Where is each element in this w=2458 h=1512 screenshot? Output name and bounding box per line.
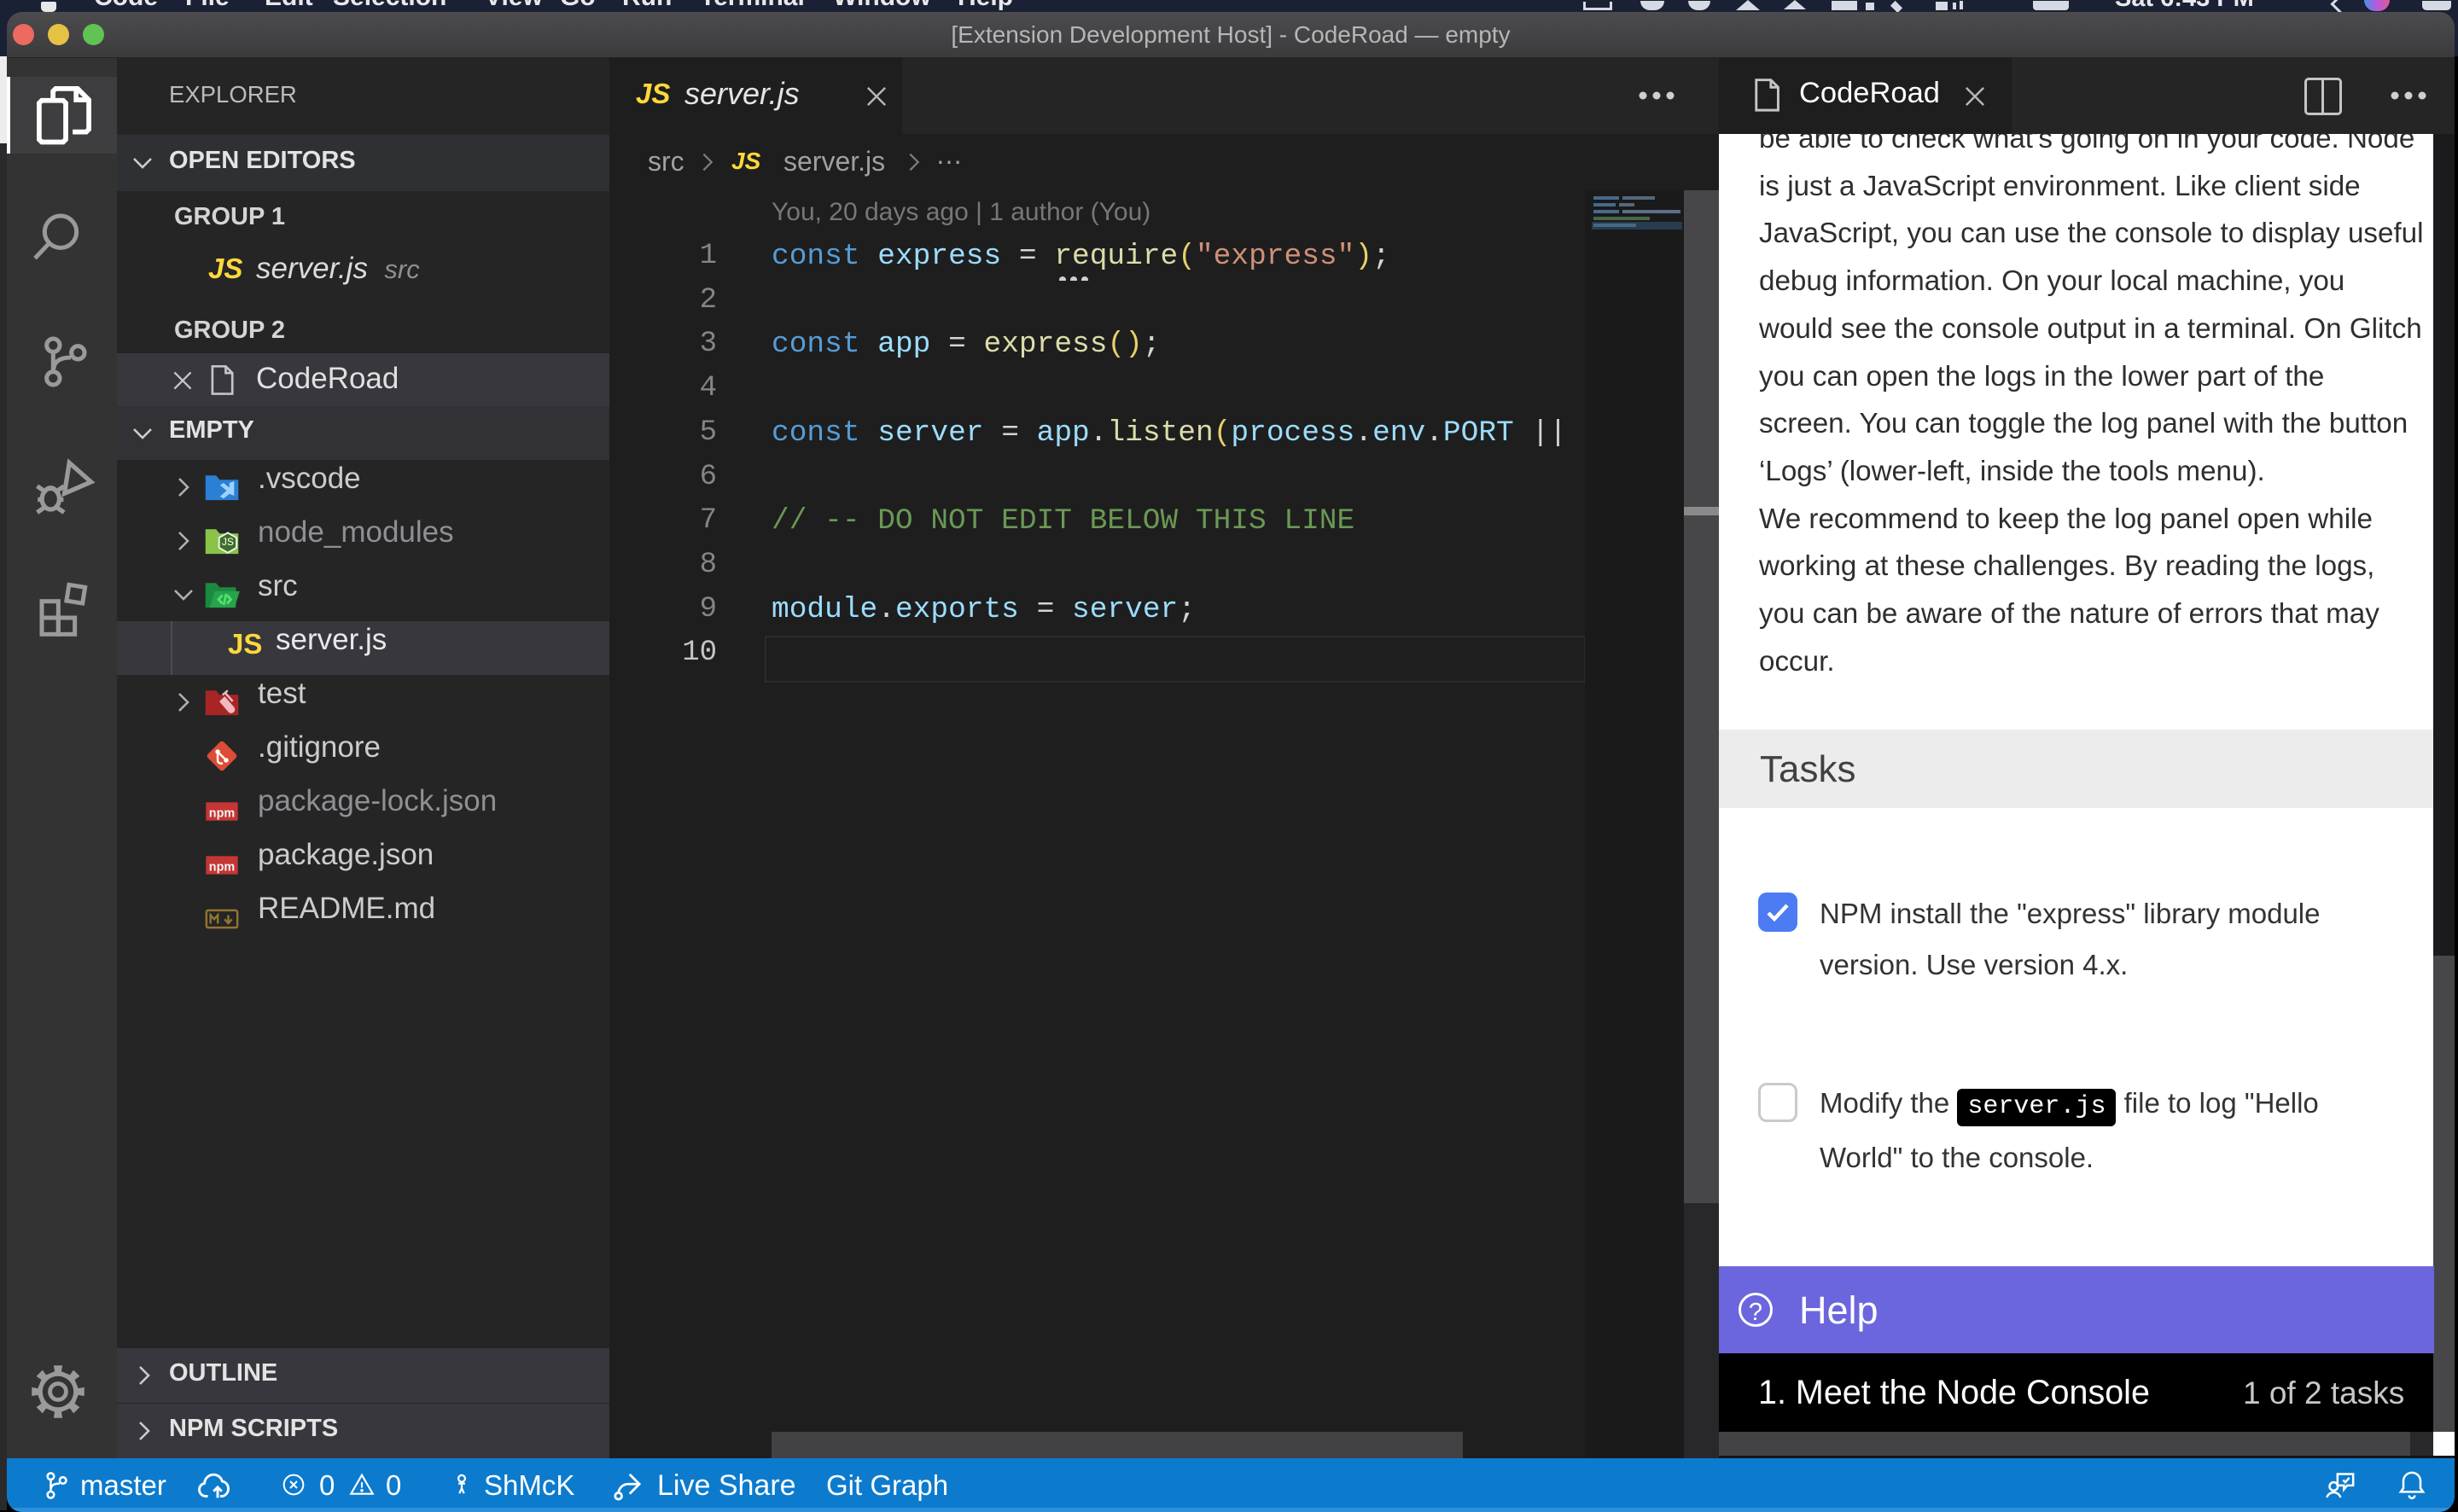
svg-text:JS: JS [222, 536, 234, 548]
svg-text:npm: npm [209, 806, 235, 820]
svg-text:npm: npm [209, 860, 235, 874]
